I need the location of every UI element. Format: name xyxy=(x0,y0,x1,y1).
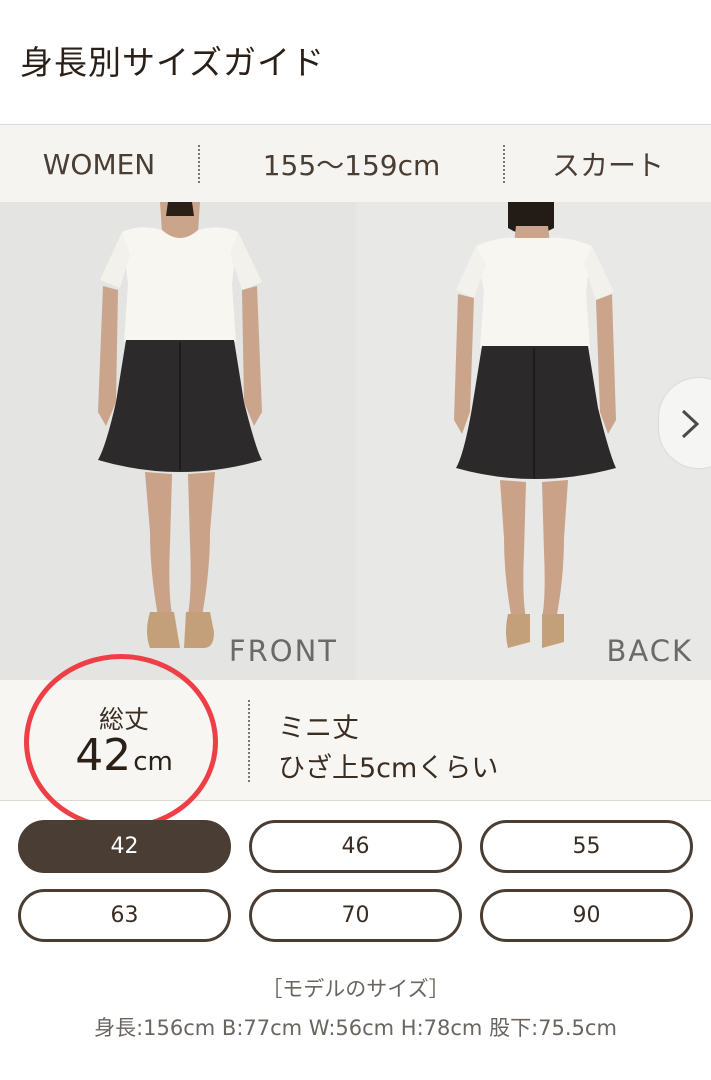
size-button-55[interactable]: 55 xyxy=(480,820,693,873)
size-button-42[interactable]: 42 xyxy=(18,820,231,873)
length-unit: cm xyxy=(133,747,173,777)
length-type: ミニ丈 xyxy=(278,713,359,744)
filter-height-range[interactable]: 155〜159cm xyxy=(200,144,503,184)
model-photos: FRONT BACK xyxy=(0,202,711,680)
front-label: FRONT xyxy=(228,634,338,668)
size-selector: 42 46 55 63 70 90 xyxy=(18,820,694,942)
info-divider xyxy=(248,700,250,782)
size-button-70[interactable]: 70 xyxy=(249,889,462,942)
size-button-90[interactable]: 90 xyxy=(480,889,693,942)
model-size-heading: ［モデルのサイズ］ xyxy=(261,977,450,1001)
size-button-63[interactable]: 63 xyxy=(18,889,231,942)
chevron-right-icon xyxy=(681,409,700,439)
filter-gender[interactable]: WOMEN xyxy=(0,148,198,181)
back-label: BACK xyxy=(606,634,693,668)
front-photo: FRONT xyxy=(0,202,356,680)
length-value: 42 xyxy=(75,730,132,781)
model-size-stats: 身長:156cm B:77cm W:56cm H:78cm 股下:75.5cm xyxy=(94,1016,617,1040)
page-title: 身長別サイズガイド xyxy=(20,43,326,82)
size-button-46[interactable]: 46 xyxy=(249,820,462,873)
front-model-illustration xyxy=(98,202,262,648)
length-note: ひざ上5cmくらい xyxy=(278,753,499,784)
length-info: 総丈 42cm ミニ丈 ひざ上5cmくらい xyxy=(0,680,711,801)
length-value-display: 42cm xyxy=(0,730,248,781)
filter-category[interactable]: スカート xyxy=(505,144,711,184)
back-model-illustration xyxy=(454,202,616,648)
filter-bar: WOMEN 155〜159cm スカート xyxy=(0,124,711,203)
back-photo: BACK xyxy=(358,202,711,680)
